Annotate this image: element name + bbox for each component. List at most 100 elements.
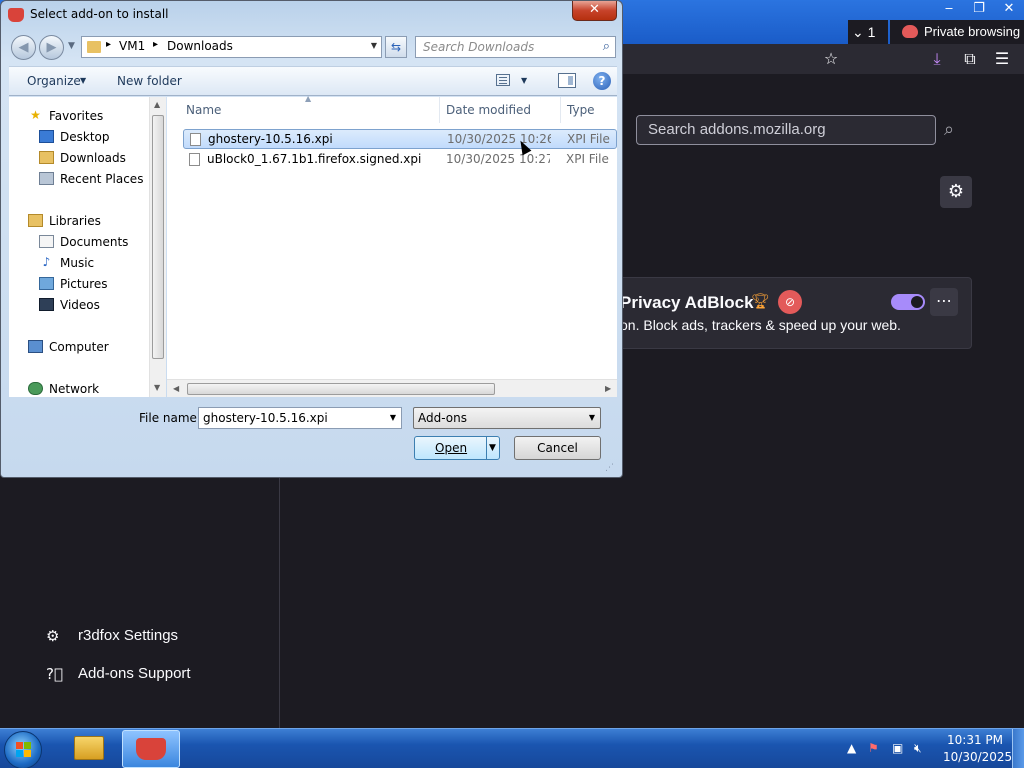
scroll-left-icon[interactable]: ◀ [173, 384, 179, 393]
nav-item-label: Favorites [49, 109, 104, 123]
sidebar-link-label: r3dfox Settings [78, 627, 179, 644]
refresh-icon[interactable]: ⇆ [385, 36, 407, 58]
scrollbar-thumb[interactable] [187, 383, 495, 395]
scroll-down-icon[interactable]: ▼ [154, 383, 160, 392]
search-icon: ⌕ [602, 39, 610, 54]
cancel-button[interactable]: Cancel [514, 436, 601, 460]
addon-name: Privacy AdBlock [620, 293, 754, 312]
nav-item-label: Network [49, 382, 100, 396]
preview-pane-icon[interactable] [558, 73, 576, 88]
address-bar[interactable]: ▸ VM1 ▸ Downloads ▼ [81, 36, 382, 58]
chevron-down-icon: ▼ [80, 76, 87, 85]
addon-enable-toggle[interactable] [891, 294, 925, 310]
file-list-horizontal-scrollbar[interactable]: ◀ ▶ [167, 379, 617, 397]
nav-item-label: Videos [60, 298, 100, 312]
column-separator[interactable] [560, 97, 561, 123]
file-type-select[interactable]: Add-ons ▼ [413, 407, 601, 429]
organize-button[interactable]: Organize [27, 74, 81, 88]
help-circle-icon: ?⃝ [46, 665, 63, 683]
column-header-type[interactable]: Type [567, 103, 595, 117]
extensions-icon[interactable]: ⧉ [960, 49, 980, 69]
file-date: 10/30/2025 10:27 ... [446, 152, 550, 166]
recent-places-icon [39, 172, 54, 185]
menu-icon[interactable]: ☰ [992, 49, 1012, 69]
clock-date[interactable]: 10/30/2025 [943, 750, 1012, 764]
addons-search-input[interactable]: Search addons.mozilla.org [636, 115, 936, 145]
file-row[interactable]: ghostery-10.5.16.xpi 10/30/2025 10:26 ..… [183, 129, 617, 149]
network-icon [28, 382, 43, 395]
resize-grip-icon[interactable]: ⋰ [605, 463, 614, 473]
chevron-down-icon: ⌄ [852, 24, 864, 40]
file-name: uBlock0_1.67.1b1.firefox.signed.xpi [207, 152, 422, 166]
chevron-down-icon[interactable]: ▼ [371, 41, 377, 50]
tab-list-button[interactable]: ⌄ 1 [848, 20, 888, 44]
forward-button[interactable]: ▶ [39, 35, 64, 60]
sidebar-link-settings[interactable]: ⚙ r3dfox Settings [46, 625, 178, 647]
nav-pane-scrollbar[interactable]: ▲ ▼ [149, 97, 166, 397]
file-name-input[interactable]: ghostery-10.5.16.xpi ▼ [198, 407, 402, 429]
breadcrumb-separator-icon: ▸ [106, 39, 112, 50]
nav-item-label: Libraries [49, 214, 101, 228]
help-icon[interactable]: ? [593, 72, 611, 90]
file-list-pane: ▲ Name Date modified Type ghostery-10.5.… [167, 94, 617, 397]
column-separator[interactable] [439, 97, 440, 123]
chevron-down-icon[interactable]: ▼ [390, 408, 396, 428]
scroll-right-icon[interactable]: ▶ [605, 384, 611, 393]
scrollbar-thumb[interactable] [152, 115, 164, 359]
breadcrumb-separator-icon: ▸ [153, 39, 159, 50]
nav-item-label: Music [60, 256, 95, 270]
taskbar-explorer-button[interactable] [64, 731, 116, 767]
downloads-icon[interactable]: ⤓ [927, 49, 947, 69]
sort-ascending-icon: ▲ [305, 94, 312, 103]
close-dialog-button[interactable]: ✕ [572, 1, 617, 21]
back-button[interactable]: ◀ [11, 35, 36, 60]
search-input[interactable]: Search Downloads ⌕ [415, 36, 616, 58]
star-icon: ★ [30, 108, 41, 122]
restore-button[interactable]: ❐ [964, 0, 994, 20]
breadcrumb-vm1[interactable]: VM1 [119, 39, 145, 53]
bookmark-star-icon[interactable]: ☆ [821, 49, 841, 69]
clock-time[interactable]: 10:31 PM [947, 733, 1003, 747]
file-icon [190, 133, 201, 146]
column-header-name[interactable]: Name [186, 103, 221, 117]
volume-muted-icon[interactable]: 🔇︎ [914, 741, 922, 756]
gear-icon[interactable]: ⚙ [940, 176, 972, 208]
file-type: XPI File [567, 132, 610, 146]
recent-locations-dropdown[interactable]: ▼ [68, 41, 75, 51]
close-window-button[interactable]: ✕ [994, 0, 1024, 20]
chevron-down-icon[interactable]: ▼ [489, 437, 496, 459]
private-browsing-indicator: Private browsing [890, 20, 1024, 44]
action-center-flag-icon[interactable]: ⚑ [868, 741, 879, 755]
file-row[interactable]: uBlock0_1.67.1b1.firefox.signed.xpi 10/3… [183, 150, 617, 170]
open-button[interactable]: Open ▼ [414, 436, 500, 460]
more-options-icon[interactable]: ⋯ [930, 288, 958, 316]
column-header-date-modified[interactable]: Date modified [446, 103, 531, 117]
navigation-pane: ★ Favorites Desktop Downloads Recent Pla… [9, 97, 166, 397]
chevron-down-icon[interactable]: ▼ [521, 76, 527, 85]
private-allowed-badge-icon: ⊘ [778, 290, 802, 314]
taskbar: ▲ ⚑ ▣ 🔇︎ 10:31 PM 10/30/2025 [0, 728, 1024, 768]
file-name-label: File name: [139, 411, 201, 425]
search-icon[interactable]: ⌕ [944, 119, 966, 141]
sidebar-link-support[interactable]: ?⃝ Add-ons Support [46, 663, 191, 685]
minimize-button[interactable]: ‒ [934, 0, 964, 20]
file-name-value: ghostery-10.5.16.xpi [203, 411, 328, 425]
breadcrumb-downloads[interactable]: Downloads [167, 39, 233, 53]
search-placeholder: Search Downloads [423, 40, 535, 54]
split-divider [486, 437, 487, 459]
network-tray-icon[interactable]: ▣ [892, 741, 903, 755]
new-folder-button[interactable]: New folder [117, 74, 182, 88]
change-view-icon[interactable] [496, 74, 510, 86]
start-button[interactable] [4, 731, 42, 768]
private-mask-icon [902, 25, 918, 38]
nav-item-label: Computer [49, 340, 109, 354]
scroll-up-icon[interactable]: ▲ [154, 100, 160, 109]
private-browsing-label: Private browsing [924, 24, 1021, 39]
show-desktop-button[interactable] [1012, 729, 1024, 768]
nav-item-label: Pictures [60, 277, 108, 291]
dialog-title: Select add-on to install [30, 7, 169, 21]
show-hidden-icons-icon[interactable]: ▲ [847, 741, 856, 755]
browser-logo-icon [136, 738, 166, 760]
taskbar-browser-button[interactable] [122, 730, 180, 768]
nav-item-label: Downloads [60, 151, 126, 165]
